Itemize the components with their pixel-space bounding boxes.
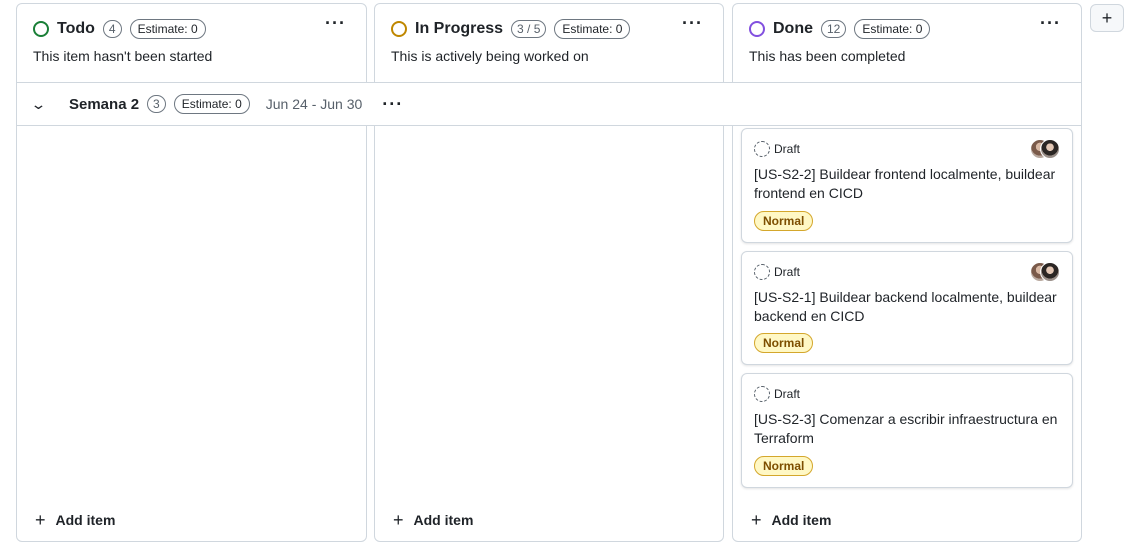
plus-icon: + — [1101, 7, 1113, 28]
priority-label[interactable]: Normal — [754, 456, 814, 476]
plus-icon: + — [393, 510, 404, 530]
card-status: Draft — [774, 265, 801, 279]
card-title-link[interactable]: [US-S2-1] Buildear backend localmente, b… — [754, 288, 1064, 326]
assignee-avatars[interactable] — [1030, 262, 1060, 282]
assignee-avatars[interactable] — [1030, 139, 1060, 159]
item-count-badge: 12 — [821, 20, 847, 38]
group-title: Semana 2 — [69, 95, 140, 113]
column-header: Done 12 Estimate: 0 This has been comple… — [733, 4, 1081, 83]
column-header: Todo 4 Estimate: 0 This item hasn't been… — [17, 4, 366, 83]
column-title: In Progress — [415, 20, 504, 37]
plus-icon: + — [751, 510, 762, 530]
avatar — [1040, 262, 1060, 282]
card-status: Draft — [774, 142, 801, 156]
column-description: This is actively being worked on — [391, 48, 589, 64]
item-count-badge: 3 / 5 — [511, 20, 547, 38]
column-description: This has been completed — [749, 48, 906, 64]
estimate-badge: Estimate: 0 — [554, 19, 631, 39]
add-item-label: Add item — [413, 512, 474, 528]
estimate-badge: Estimate: 0 — [854, 19, 931, 39]
group-header-semana-2: ⌄ Semana 2 3 Estimate: 0 Jun 24 - Jun 30… — [16, 82, 1082, 126]
more-horizontal-icon[interactable]: ··· — [325, 14, 346, 32]
add-item-button[interactable]: + Add item — [393, 511, 473, 529]
draft-issue-icon — [754, 264, 770, 280]
column-title: Done — [773, 20, 813, 37]
item-count-badge: 4 — [102, 20, 122, 38]
column-description: This item hasn't been started — [33, 48, 213, 64]
in-progress-status-icon — [391, 21, 407, 37]
group-estimate-badge: Estimate: 0 — [173, 94, 250, 114]
more-horizontal-icon[interactable]: ··· — [1040, 14, 1061, 32]
add-item-label: Add item — [771, 512, 832, 528]
priority-label[interactable]: Normal — [754, 211, 814, 231]
draft-issue-icon — [754, 386, 770, 402]
estimate-badge: Estimate: 0 — [129, 19, 206, 39]
todo-status-icon — [33, 21, 49, 37]
priority-label[interactable]: Normal — [754, 333, 814, 353]
done-status-icon — [749, 21, 765, 37]
group-count-badge: 3 — [147, 95, 166, 113]
column-title: Todo — [57, 20, 95, 37]
card-title-link[interactable]: [US-S2-2] Buildear frontend localmente, … — [754, 165, 1064, 203]
card-title-link[interactable]: [US-S2-3] Comenzar a escribir infraestru… — [754, 410, 1064, 448]
add-item-button[interactable]: + Add item — [751, 511, 831, 529]
more-horizontal-icon[interactable]: ··· — [382, 95, 403, 113]
card-status: Draft — [774, 387, 801, 401]
chevron-down-icon[interactable]: ⌄ — [30, 96, 50, 113]
plus-icon: + — [35, 510, 46, 530]
add-column-button[interactable]: + — [1090, 4, 1124, 32]
column-header: In Progress 3 / 5 Estimate: 0 This is ac… — [375, 4, 723, 83]
group-date-range: Jun 24 - Jun 30 — [265, 96, 363, 112]
add-item-button[interactable]: + Add item — [35, 511, 115, 529]
add-item-label: Add item — [55, 512, 116, 528]
more-horizontal-icon[interactable]: ··· — [682, 14, 703, 32]
issue-card[interactable]: Draft [US-S2-2] Buildear frontend localm… — [741, 128, 1073, 243]
draft-issue-icon — [754, 141, 770, 157]
issue-card[interactable]: Draft [US-S2-3] Comenzar a escribir infr… — [741, 373, 1073, 488]
issue-card[interactable]: Draft [US-S2-1] Buildear backend localme… — [741, 251, 1073, 365]
avatar — [1040, 139, 1060, 159]
